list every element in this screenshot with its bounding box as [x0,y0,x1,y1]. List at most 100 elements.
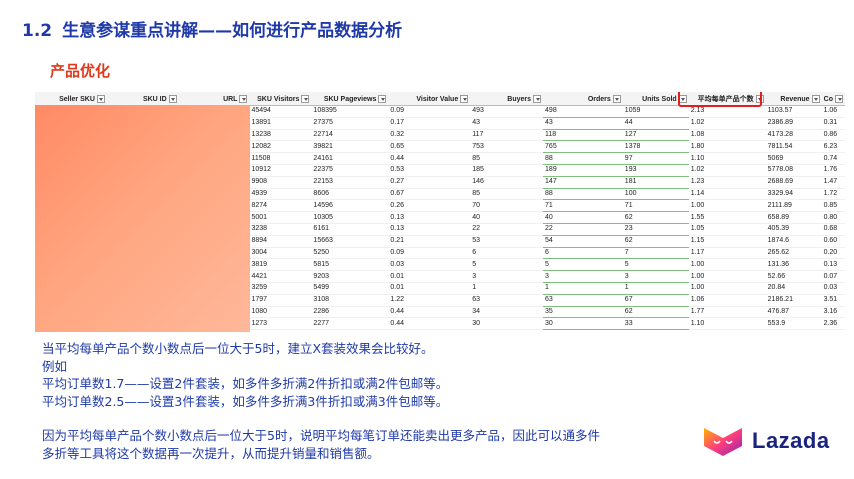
column-header[interactable]: Revenue [765,92,822,106]
table-cell: 658.89 [765,211,822,224]
table-cell: 85 [470,188,544,201]
table-cell: 71 [622,199,689,213]
table-cell: 0.13 [388,211,471,224]
column-header[interactable]: Buyers [470,92,544,106]
table-cell: 2688.69 [765,176,822,189]
table-cell: 30 [470,317,544,331]
table-cell: 3004 [249,247,312,260]
slide-title-text: 生意参谋重点讲解——如何进行产品数据分析 [62,21,403,41]
table-cell: 8274 [249,199,312,213]
table-cell: 0.80 [821,211,845,224]
filter-dropdown-icon[interactable] [239,94,248,103]
table-cell: 1.47 [821,176,845,189]
table-cell: 1 [622,282,689,295]
filter-dropdown-icon[interactable] [835,94,843,103]
column-header[interactable]: Co [821,92,845,106]
text-line-5: 因为平均每单产品个数小数点后一位大于5时，说明平均每笔订单还能卖出更多产品，因此… [42,428,600,443]
table-cell: 3 [543,270,623,283]
table-cell: 1.55 [688,211,766,224]
text-line-1: 当平均每单产品个数小数点后一位大于5时，建立X套装效果会比较好。 [42,341,434,356]
table-cell: 22375 [311,164,389,177]
table-cell: 7 [622,247,689,260]
table-cell: 0.03 [388,258,471,272]
table-cell: 1.07 [688,329,766,332]
column-header-label: Co [823,95,833,103]
table-cell: 0.53 [388,164,471,177]
column-header[interactable]: SKU Visitors [249,92,312,106]
table-cell: 5001 [249,211,312,224]
table-cell: 181 [622,176,689,189]
lazada-brand: Lazada [700,424,830,458]
table-cell: 35 [543,306,623,319]
table-cell: 97 [622,152,689,165]
column-header-label: Orders [587,95,611,103]
table-cell: 11508 [249,152,312,165]
filter-dropdown-icon[interactable] [96,94,105,103]
table-cell: 0.01 [388,270,471,283]
table-cell: 40 [543,211,623,224]
table-cell: 1 [543,282,623,295]
table-cell: 1.05 [688,223,766,236]
table-cell: 5 [622,258,689,272]
table-cell: 2696 [311,329,389,332]
table-cell: 131.36 [765,258,822,272]
section-label: 产品优化 [50,62,111,80]
column-header[interactable]: SKU Pageviews [311,92,389,106]
table-cell: 1 [470,282,544,295]
column-header-label: Seller SKU [59,95,95,103]
table-cell: 1080 [249,306,312,319]
column-header[interactable]: Seller SKU [35,92,107,106]
table-cell: 1273 [249,317,312,331]
table-cell: 3.51 [821,294,845,307]
column-header[interactable]: SKU ID [106,92,179,106]
table-cell: 2.36 [821,317,845,331]
table-cell: 117 [470,129,544,142]
filter-dropdown-icon[interactable] [378,94,387,103]
table-cell: 34 [470,306,544,319]
table-cell: 1103.57 [765,105,822,118]
table-cell: 1.06 [821,105,845,118]
filter-dropdown-icon[interactable] [168,94,177,103]
table-cell: 0.09 [388,247,471,260]
column-header[interactable]: Orders [543,92,623,106]
table-cell: 2186.21 [765,294,822,307]
table-cell: 22714 [311,129,389,142]
table-cell: 108395 [311,105,389,118]
table-cell: 6.23 [821,140,845,154]
column-header[interactable]: Visitor Value [388,92,471,106]
table-cell: 3108 [311,294,389,307]
filter-dropdown-icon[interactable] [301,94,310,103]
table-cell: 0.31 [821,117,845,130]
table-cell: 30 [543,317,623,331]
table-cell: 1.15 [688,235,766,248]
filter-dropdown-icon[interactable] [533,94,542,103]
table-cell: 33 [622,317,689,331]
table-cell: 0.26 [388,199,471,213]
table-cell: 0.17 [388,117,471,130]
table-cell: 147 [543,176,623,189]
highlight-box-avg-units [678,92,762,107]
table-cell: 0.07 [821,270,845,283]
table-cell: 8894 [249,235,312,248]
table-cell: 2386.89 [765,117,822,130]
column-header-label: SKU Visitors [257,95,300,103]
table-cell: 9203 [311,270,389,283]
table-cell: 1219.57 [765,329,822,332]
column-header[interactable]: URL [178,92,250,106]
table-cell: 67 [622,294,689,307]
table-cell: 88 [543,152,623,165]
table-cell: 7811.54 [765,140,822,154]
table-cell: 1.00 [688,282,766,295]
table-cell: 3.16 [821,306,845,319]
table-cell: 28 [470,329,544,332]
table-cell: 1.06 [688,294,766,307]
table-cell: 6 [470,247,544,260]
table-cell: 5499 [311,282,389,295]
table-cell: 0.09 [388,105,471,118]
table-cell: 5815 [311,258,389,272]
table-cell: 553.9 [765,317,822,331]
filter-dropdown-icon[interactable] [460,94,469,103]
filter-dropdown-icon[interactable] [811,94,820,103]
filter-dropdown-icon[interactable] [612,94,621,103]
table-cell: 9908 [249,176,312,189]
